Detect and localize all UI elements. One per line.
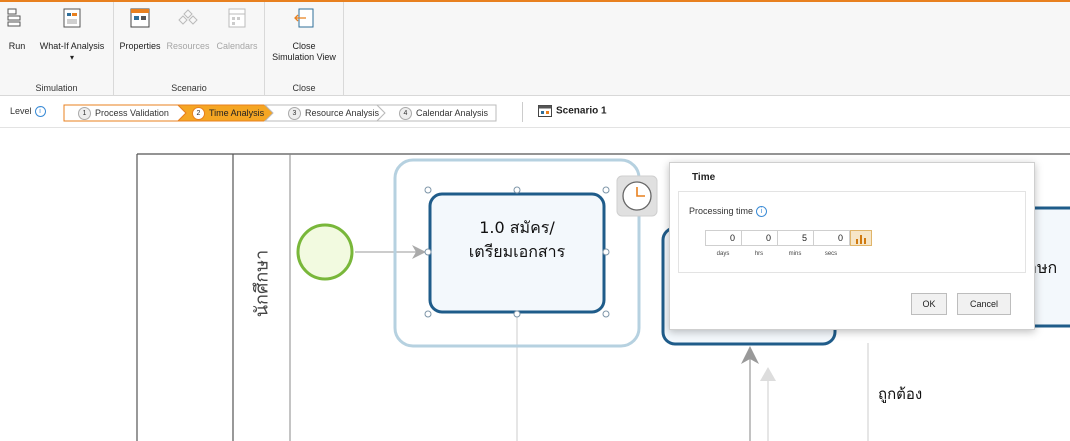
hours-input[interactable]: 0 (741, 230, 778, 246)
ribbon-group-simulation: Run What-If Analysis ▾ Simulation (0, 2, 114, 96)
flow-label-correct: ถูกต้อง (878, 385, 923, 403)
divider (522, 102, 523, 122)
simulation-group-label: Simulation (35, 83, 78, 93)
calendars-label: Calendars (216, 41, 258, 51)
info-icon[interactable]: i (34, 106, 46, 118)
hours-unit: hrs (754, 251, 764, 257)
close-label-line2: Simulation View (272, 52, 336, 62)
chevron-down-icon: ▾ (69, 53, 74, 62)
what-if-label: What-If Analysis (39, 41, 105, 51)
close-group-label: Close (292, 83, 316, 93)
ribbon-group-close: Close Simulation View Close (265, 2, 344, 96)
calendars-button[interactable]: Calendars (214, 8, 260, 52)
days-unit: days (716, 251, 730, 257)
task-apply-prepare-docs[interactable]: 1.0 สมัคร/ เตรียมเอกสาร (430, 216, 604, 264)
run-label: Run (8, 41, 26, 51)
step-time-analysis[interactable]: 2 Time Analysis (192, 105, 264, 121)
what-if-analysis-button[interactable]: What-If Analysis ▾ (34, 8, 110, 63)
close-label-line1: Close (292, 41, 316, 51)
minutes-input[interactable]: 5 (777, 230, 814, 246)
task-label-line2: เตรียมเอกสาร (468, 242, 566, 261)
step-calendar-analysis[interactable]: 4 Calendar Analysis (399, 105, 488, 121)
resources-button[interactable]: Resources (165, 8, 211, 52)
run-button[interactable]: Run (4, 8, 30, 52)
lane-label-container: นักศึกษา (241, 243, 281, 323)
processing-time-panel: Processing time i 0 0 5 0 days hrs mins s… (678, 191, 1026, 273)
what-if-icon (63, 8, 81, 28)
dialog-title: Time (692, 172, 716, 183)
time-dialog: Time Processing time i 0 0 5 0 days hrs m… (669, 162, 1035, 330)
scenario-icon (538, 105, 552, 117)
ribbon-group-scenario: Properties Resources Calendars Scenario (114, 2, 265, 96)
properties-button[interactable]: Properties (118, 8, 162, 52)
step-process-validation[interactable]: 1 Process Validation (78, 105, 169, 121)
step-resource-analysis[interactable]: 3 Resource Analysis (288, 105, 379, 121)
cancel-button[interactable]: Cancel (957, 293, 1011, 315)
distribution-button[interactable] (850, 230, 872, 246)
ribbon-toolbar: Run What-If Analysis ▾ Simulation Proper… (0, 0, 1070, 96)
resources-icon (178, 9, 198, 25)
seconds-input[interactable]: 0 (813, 230, 850, 246)
properties-icon (130, 8, 150, 28)
scenario-group-label: Scenario (171, 83, 207, 93)
seconds-unit: secs (824, 251, 838, 257)
ok-button[interactable]: OK (911, 293, 947, 315)
resources-label: Resources (166, 41, 210, 51)
calendars-icon (228, 8, 246, 28)
close-simulation-view-button[interactable]: Close Simulation View (267, 8, 341, 63)
scenario-selector[interactable]: Scenario 1 (538, 105, 607, 117)
properties-label: Properties (119, 41, 161, 51)
processing-time-label: Processing time i (689, 206, 768, 218)
days-input[interactable]: 0 (705, 230, 742, 246)
lane-label: นักศึกษา (251, 249, 273, 318)
close-view-icon (294, 8, 314, 28)
minutes-unit: mins (788, 251, 802, 257)
level-label: Level i (10, 106, 46, 118)
bar-chart-icon (856, 235, 866, 244)
task-label-line1: 1.0 สมัคร/ (479, 218, 555, 237)
level-bar: Level i 1 Process Validation 2 Time Analysi… (0, 97, 1070, 128)
run-icon (7, 8, 21, 27)
info-icon[interactable]: i (756, 206, 768, 218)
